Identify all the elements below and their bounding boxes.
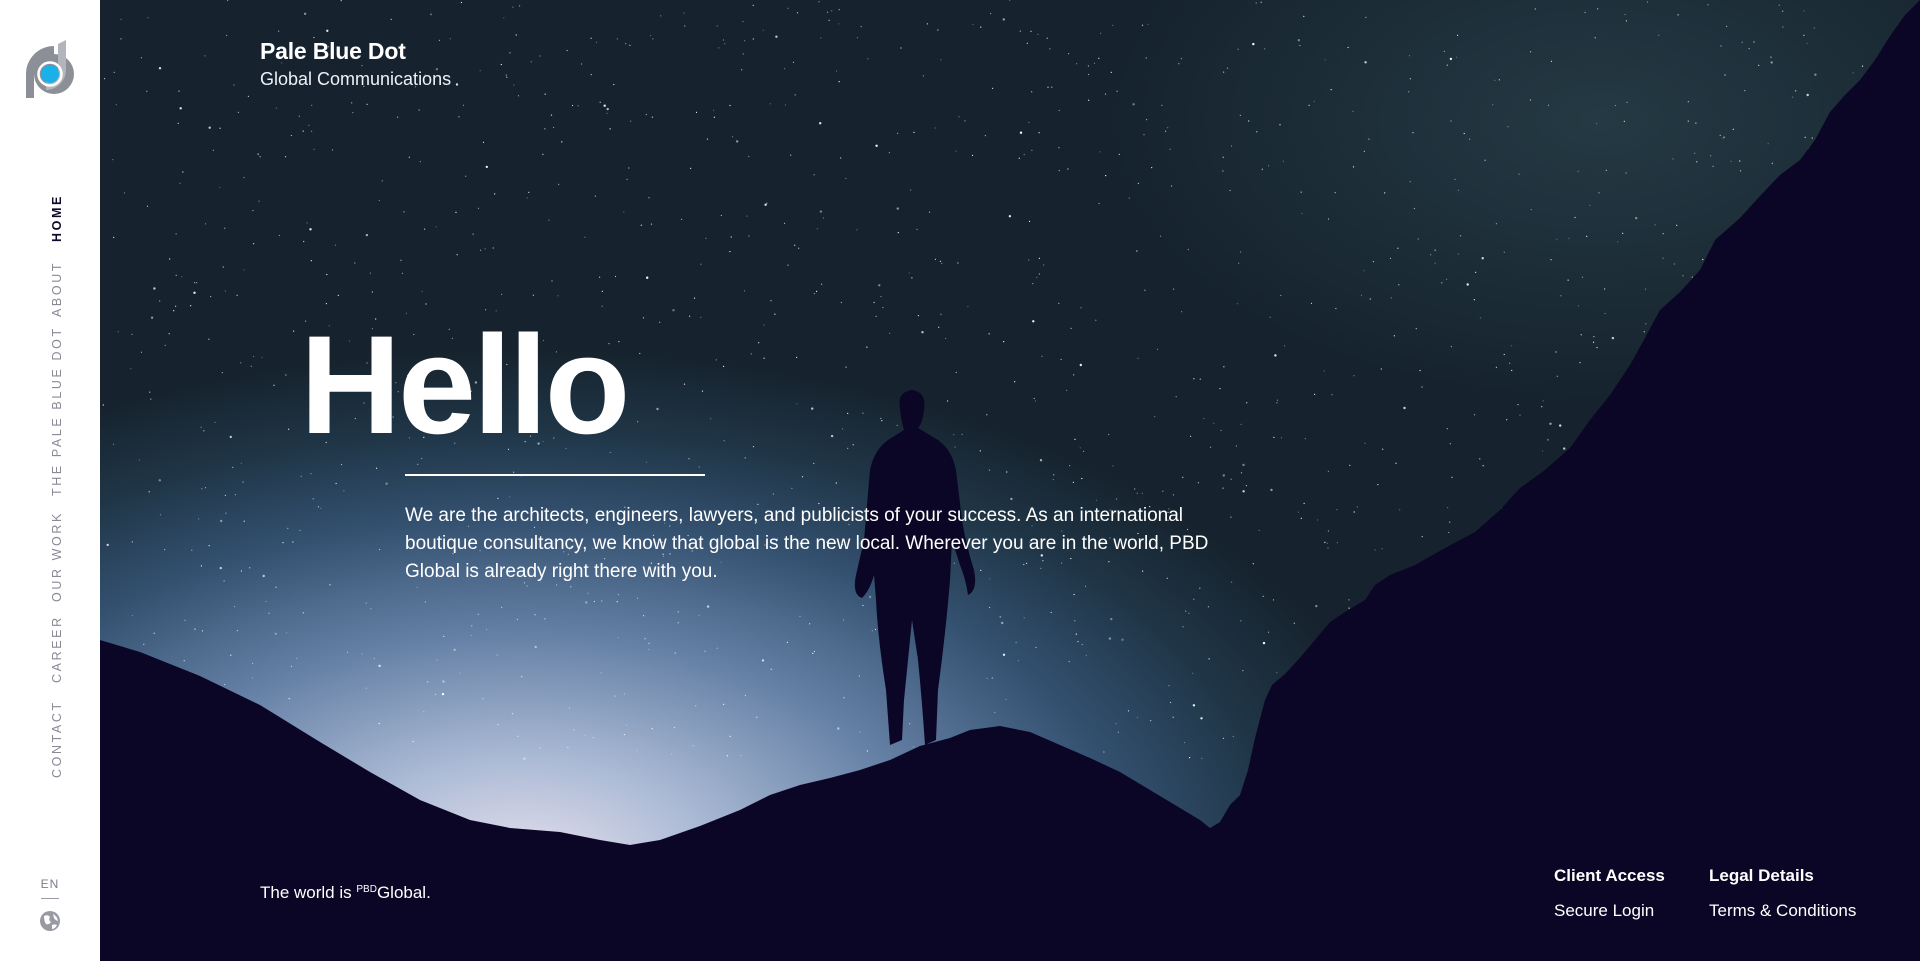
heading-divider — [405, 474, 705, 476]
sidebar: HOME ABOUT THE PALE BLUE DOT OUR WORK CA… — [0, 0, 100, 961]
main-nav: HOME ABOUT THE PALE BLUE DOT OUR WORK CA… — [0, 0, 100, 961]
client-access-column: Client Access Secure Login — [1554, 866, 1665, 921]
legal-details-heading: Legal Details — [1709, 866, 1814, 885]
nav-item-contact[interactable]: CONTACT — [50, 700, 64, 778]
hero-intro-text: We are the architects, engineers, lawyer… — [405, 505, 1209, 582]
hero-section: Pale Blue Dot Global Communications Hell… — [100, 0, 1920, 961]
nav-item-about[interactable]: ABOUT — [50, 261, 64, 317]
client-access-heading: Client Access — [1554, 866, 1665, 885]
brand-name: Pale Blue Dot — [260, 38, 406, 64]
tagline: The world is PBDGlobal. — [260, 883, 431, 903]
hero-heading: Hello — [300, 306, 630, 463]
nav-item-home[interactable]: HOME — [50, 194, 64, 242]
secure-login-link[interactable]: Secure Login — [1554, 901, 1665, 921]
tagline-superscript: PBD — [356, 884, 377, 895]
tagline-suffix: Global. — [376, 883, 431, 902]
legal-details-column: Legal Details Terms & Conditions — [1709, 866, 1856, 921]
tagline-prefix: The world is — [260, 883, 357, 902]
language-divider — [41, 898, 59, 899]
globe-icon[interactable] — [39, 910, 61, 932]
nav-item-career[interactable]: CAREER — [50, 615, 64, 683]
brand[interactable]: Pale Blue Dot Global Communications — [260, 38, 451, 90]
nav-item-the-pale-blue-dot[interactable]: THE PALE BLUE DOT — [50, 326, 64, 496]
terms-conditions-link[interactable]: Terms & Conditions — [1709, 901, 1856, 921]
mountain-silhouette — [100, 0, 1920, 961]
brand-subtitle: Global Communications — [260, 69, 452, 89]
language-selector[interactable]: EN — [0, 877, 100, 891]
nav-item-our-work[interactable]: OUR WORK — [50, 511, 64, 602]
